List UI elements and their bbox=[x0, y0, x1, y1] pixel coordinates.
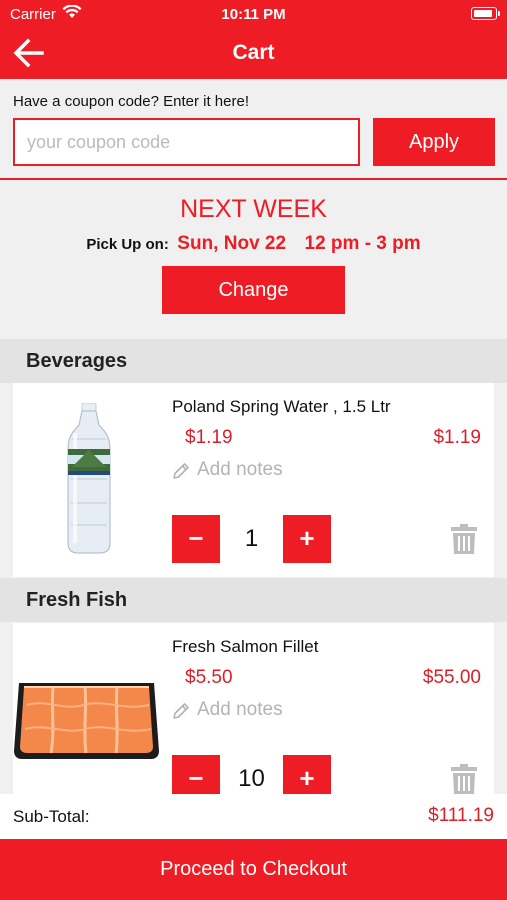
water-bottle-image bbox=[67, 403, 111, 554]
checkout-button[interactable]: Proceed to Checkout bbox=[0, 839, 507, 900]
coupon-input[interactable]: your coupon code bbox=[13, 118, 360, 166]
pickup-time: 12 pm - 3 pm bbox=[304, 233, 421, 254]
item-total-price: $55.00 bbox=[422, 667, 481, 688]
apply-button[interactable]: Apply bbox=[373, 118, 495, 166]
decrease-quantity-button[interactable]: − bbox=[172, 515, 220, 563]
nav-bar: Cart bbox=[0, 28, 507, 79]
trash-icon[interactable] bbox=[451, 763, 477, 795]
page-title: Cart bbox=[232, 41, 275, 64]
pencil-icon bbox=[173, 703, 189, 719]
status-bar: Carrier 10:11 PM bbox=[0, 0, 507, 28]
app-header: Carrier 10:11 PM Cart bbox=[0, 0, 507, 79]
subtotal-bar: Sub-Total: $111.19 bbox=[0, 794, 507, 839]
coupon-label: Have a coupon code? Enter it here! bbox=[13, 93, 249, 110]
subtotal-value: $111.19 bbox=[428, 805, 494, 826]
quantity-value[interactable]: 1 bbox=[220, 515, 283, 563]
item-total-price: $1.19 bbox=[433, 427, 481, 448]
subtotal-label: Sub-Total: bbox=[13, 807, 90, 826]
category-title: Fresh Fish bbox=[26, 589, 128, 611]
cart-item: Fresh Salmon Fillet $5.50 $55.00 Add not… bbox=[13, 623, 494, 817]
trash-icon[interactable] bbox=[451, 523, 477, 555]
pencil-icon bbox=[173, 463, 189, 479]
pickup-week: NEXT WEEK bbox=[180, 195, 327, 223]
category-title: Beverages bbox=[26, 350, 128, 372]
quantity-stepper: − 1 + bbox=[172, 515, 331, 563]
add-notes-label: Add notes bbox=[197, 699, 283, 720]
item-name: Fresh Salmon Fillet bbox=[172, 637, 319, 656]
status-time: 10:11 PM bbox=[221, 6, 286, 23]
battery-icon bbox=[471, 7, 500, 20]
coupon-section: Have a coupon code? Enter it here! your … bbox=[0, 79, 507, 180]
increase-quantity-button[interactable]: + bbox=[283, 515, 331, 563]
salmon-fillet-image bbox=[14, 683, 159, 759]
pickup-line: Pick Up on: Sun, Nov 22 12 pm - 3 pm bbox=[0, 233, 507, 255]
pickup-date: Sun, Nov 22 bbox=[177, 233, 287, 254]
category-header-beverages: Beverages bbox=[0, 339, 507, 383]
pickup-label: Pick Up on: bbox=[86, 236, 169, 253]
add-notes-label: Add notes bbox=[197, 459, 283, 480]
category-header-fresh-fish: Fresh Fish bbox=[0, 578, 507, 622]
cart-item: Poland Spring Water , 1.5 Ltr $1.19 $1.1… bbox=[13, 383, 494, 577]
change-button[interactable]: Change bbox=[162, 266, 345, 314]
item-unit-price: $1.19 bbox=[185, 427, 233, 448]
pickup-section: NEXT WEEK Pick Up on: Sun, Nov 22 12 pm … bbox=[0, 181, 507, 339]
item-name: Poland Spring Water , 1.5 Ltr bbox=[172, 397, 391, 416]
item-unit-price: $5.50 bbox=[185, 667, 233, 688]
